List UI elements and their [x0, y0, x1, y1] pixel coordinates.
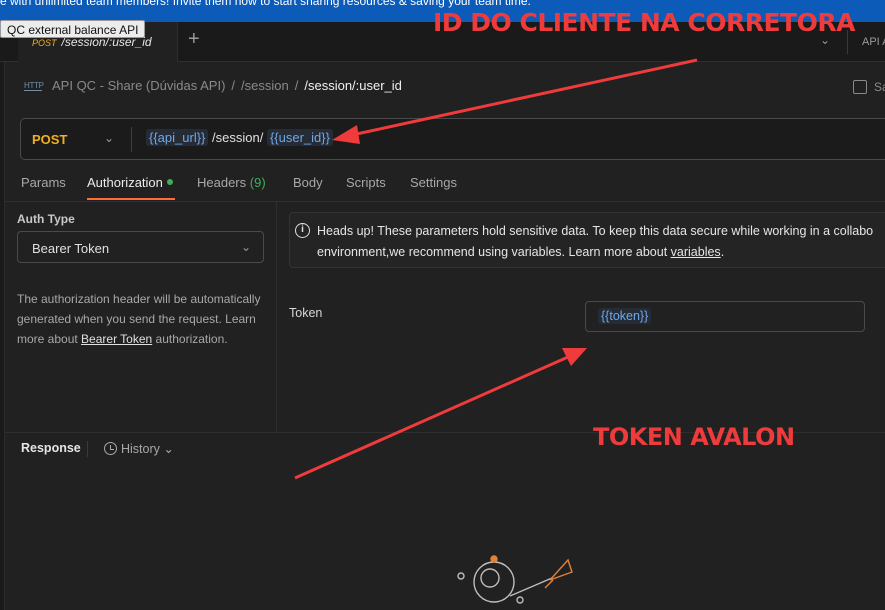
save-button[interactable]: Sa — [874, 80, 885, 94]
astronaut-illustration — [457, 555, 573, 604]
save-icon[interactable] — [853, 80, 867, 94]
history-button[interactable]: History ⌄ — [104, 441, 174, 456]
bearer-token-link[interactable]: Bearer Token — [81, 332, 152, 346]
breadcrumb-current[interactable]: /session/:user_id — [304, 78, 402, 93]
clock-icon — [104, 442, 117, 455]
url-path-text: /session/ — [208, 130, 267, 145]
notice-line-2-text: environment,we recommend using variables… — [317, 245, 671, 259]
tab-method: POST — [32, 38, 57, 48]
auth-help-text: The authorization header will be automat… — [17, 289, 267, 349]
info-icon: i — [295, 223, 310, 238]
divider — [5, 201, 885, 202]
tab-authorization[interactable]: Authorization — [87, 175, 173, 190]
notice-line-1: Heads up! These parameters hold sensitiv… — [317, 224, 874, 238]
chevron-down-icon: ⌄ — [240, 240, 251, 254]
token-field[interactable]: {{token}} — [585, 301, 865, 332]
breadcrumb: HTTP API QC - Share (Dúvidas API) / /sessio… — [24, 78, 402, 98]
breadcrumb-separator: / — [294, 78, 299, 93]
annotation-arrow-token — [294, 348, 587, 480]
breadcrumb-separator: / — [231, 78, 236, 93]
tab-headers-label: Headers — [197, 175, 247, 190]
arrow-head — [562, 348, 587, 366]
auth-type-label: Auth Type — [17, 212, 75, 226]
notice-line-2-end: . — [720, 245, 725, 259]
tab-headers[interactable]: Headers (9) — [197, 175, 266, 190]
auth-help-after: authorization. — [152, 332, 228, 346]
url-input[interactable]: {{api_url}} /session/ {{user_id}} — [146, 129, 333, 146]
annotation-client-id: ID DO CLIENTE NA CORRETORA — [433, 8, 855, 37]
panel-divider — [276, 201, 277, 433]
tab-settings[interactable]: Settings — [410, 175, 457, 190]
environment-selector[interactable]: API A — [862, 36, 885, 48]
tab-scripts[interactable]: Scripts — [346, 175, 386, 190]
star — [457, 572, 465, 580]
method-select[interactable]: POST — [32, 132, 67, 147]
breadcrumb-collection[interactable]: API QC - Share (Dúvidas API) — [52, 78, 225, 93]
url-divider — [131, 127, 132, 152]
rocket-trail — [544, 579, 554, 589]
token-label: Token — [289, 306, 323, 320]
banner-text: e with unlimited team members! Invite th… — [0, 0, 531, 8]
tab-body[interactable]: Body — [293, 175, 323, 190]
tab-tooltip: QC external balance API — [0, 20, 146, 38]
rocket-icon — [549, 558, 573, 581]
annotation-token: TOKEN AVALON — [593, 423, 795, 451]
sensitive-data-notice: i Heads up! These parameters hold sensit… — [289, 212, 885, 268]
helmet-light — [490, 555, 498, 563]
arrow-line — [294, 355, 569, 480]
token-variable: {{token}} — [598, 308, 652, 324]
history-label: History — [121, 442, 160, 456]
active-tab-underline — [87, 198, 175, 200]
headers-count-badge: (9) — [249, 175, 266, 190]
variables-link[interactable]: variables — [671, 245, 721, 259]
url-variable-api-url[interactable]: {{api_url}} — [146, 129, 209, 146]
sidebar-edge — [0, 62, 5, 610]
star — [516, 596, 524, 604]
tab-authorization-label: Authorization — [87, 175, 163, 190]
new-tab-plus-icon[interactable]: + — [188, 28, 200, 51]
astronaut-helmet — [473, 561, 515, 603]
status-dot — [166, 179, 173, 185]
response-label: Response — [21, 441, 81, 455]
astronaut-visor — [480, 568, 500, 588]
http-icon: HTTP — [24, 81, 44, 91]
url-bar: POST ⌄ {{api_url}} /session/ {{user_id}} — [20, 118, 885, 160]
astronaut-arm — [509, 577, 553, 597]
url-variable-user-id[interactable]: {{user_id}} — [266, 129, 333, 146]
notice-line-2: environment,we recommend using variables… — [317, 242, 885, 263]
history-chevron-down-icon: ⌄ — [163, 442, 174, 456]
tab-params[interactable]: Params — [21, 175, 66, 190]
breadcrumb-folder[interactable]: /session — [241, 78, 289, 93]
auth-type-value: Bearer Token — [32, 241, 110, 256]
auth-type-select[interactable]: Bearer Token ⌄ — [17, 231, 264, 263]
method-chevron-down-icon[interactable]: ⌄ — [104, 131, 114, 145]
notice-text: Heads up! These parameters hold sensitiv… — [317, 221, 885, 263]
response-separator — [87, 441, 88, 457]
